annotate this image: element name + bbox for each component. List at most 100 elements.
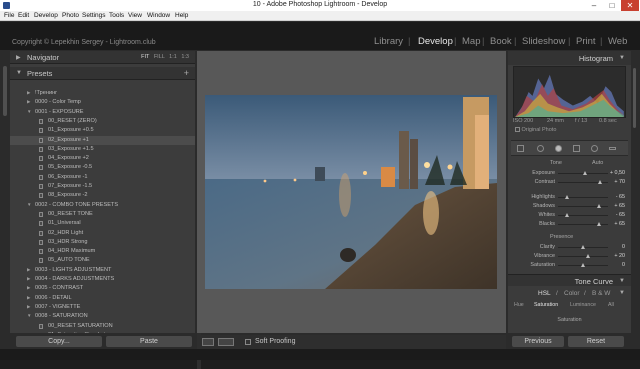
collapse-triangle-icon[interactable]: ▶ xyxy=(27,276,30,282)
slider-shadows[interactable]: Shadows+ 65 xyxy=(508,202,631,211)
menu-tools[interactable]: Tools xyxy=(109,12,124,19)
slider-knob[interactable] xyxy=(583,171,587,175)
expand-triangle-icon[interactable]: ▼ xyxy=(27,109,31,114)
identity-plate[interactable]: Copyright © Lepekhin Sergey - Lightroom.… xyxy=(12,39,156,46)
slider-knob[interactable] xyxy=(586,254,590,258)
preset-item[interactable]: 01_Exposure +0.5 xyxy=(10,126,195,135)
zoom-1-1[interactable]: 1:1 xyxy=(169,54,177,60)
slider-knob[interactable] xyxy=(565,213,569,217)
preset-item[interactable]: 00_RESET (ZERO) xyxy=(10,117,195,126)
preset-item[interactable]: 01_Universal xyxy=(10,219,195,228)
auto-tone-button[interactable]: Auto xyxy=(592,160,603,166)
zoom-1-3[interactable]: 1:3 xyxy=(181,54,189,60)
tab-color[interactable]: Color xyxy=(564,290,580,297)
preset-item[interactable]: 03_HDR Strong xyxy=(10,238,195,247)
zoom-fit[interactable]: FIT xyxy=(141,54,149,60)
add-preset-icon[interactable]: + xyxy=(184,68,189,78)
slider-highlights[interactable]: Highlights- 65 xyxy=(508,193,631,202)
menu-window[interactable]: Window xyxy=(147,12,170,19)
module-web[interactable]: Web xyxy=(608,36,627,47)
zoom-fill[interactable]: FILL xyxy=(154,54,165,60)
preset-folder[interactable]: ▶0005 - CONTRAST xyxy=(10,284,195,293)
preset-folder[interactable]: ▼0001 - EXPOSURE xyxy=(10,108,195,117)
collapse-triangle-icon[interactable]: ▶ xyxy=(27,267,30,273)
slider-clarity[interactable]: Clarity0 xyxy=(508,243,631,252)
module-print[interactable]: Print xyxy=(576,36,596,47)
preset-folder[interactable]: ▼0008 - SATURATION xyxy=(10,312,195,321)
collapse-triangle-icon[interactable]: ▶ xyxy=(27,295,30,301)
preset-item[interactable]: 03_Exposure +1.5 xyxy=(10,145,195,154)
collapse-triangle-icon[interactable]: ▶ xyxy=(27,304,30,310)
slider-value[interactable]: 0 xyxy=(622,244,625,250)
slider-knob[interactable] xyxy=(565,195,569,199)
expand-triangle-icon[interactable]: ▼ xyxy=(27,313,31,318)
reset-button[interactable]: Reset xyxy=(568,336,624,347)
preset-folder[interactable]: ▶0004 - DARKS ADJUSTMENTS xyxy=(10,275,195,284)
preset-item[interactable]: 04_HDR Maximum xyxy=(10,247,195,256)
preset-item[interactable]: 02_Exposure +1 xyxy=(10,136,195,145)
slider-value[interactable]: + 20 xyxy=(614,253,625,259)
left-edge-scrollbar[interactable] xyxy=(3,66,7,116)
filmstrip-collapsed[interactable] xyxy=(0,349,640,360)
preset-item[interactable]: 01_Saturation Standart xyxy=(10,331,195,333)
slider-track[interactable] xyxy=(558,206,608,207)
menu-view[interactable]: View xyxy=(128,12,142,19)
slider-value[interactable]: + 70 xyxy=(614,179,625,185)
preset-folder[interactable]: ▶0007 - VIGNETTE xyxy=(10,303,195,312)
slider-value[interactable]: - 65 xyxy=(616,194,625,200)
module-slideshow[interactable]: Slideshow xyxy=(522,36,565,47)
preset-item[interactable]: 08_Exposure -2 xyxy=(10,191,195,200)
slider-contrast[interactable]: Contrast+ 70 xyxy=(508,178,631,187)
preset-folder[interactable]: ▼0002 - COMBO TONE PRESETS xyxy=(10,201,195,210)
preset-folder[interactable]: ▶!Тренинг xyxy=(10,89,195,98)
tone-curve-header[interactable]: Tone Curve ▼ xyxy=(508,274,631,286)
histogram-header[interactable]: Histogram ▼ xyxy=(508,51,631,65)
tab-bw[interactable]: B & W xyxy=(592,290,610,297)
slider-vibrance[interactable]: Vibrance+ 20 xyxy=(508,252,631,261)
preset-item[interactable]: 05_AUTO TONE xyxy=(10,256,195,265)
slider-track[interactable] xyxy=(558,224,608,225)
module-develop[interactable]: Develop xyxy=(418,36,453,47)
menu-file[interactable]: File xyxy=(4,12,14,19)
subtab-saturation[interactable]: Saturation xyxy=(534,302,558,308)
presets-header[interactable]: ▼ Presets + xyxy=(10,67,195,80)
spot-removal-icon[interactable] xyxy=(537,145,544,152)
slider-knob[interactable] xyxy=(581,245,585,249)
soft-proofing-checkbox[interactable] xyxy=(245,339,251,345)
photo-preview[interactable] xyxy=(205,95,497,289)
menu-settings[interactable]: Settings xyxy=(82,12,106,19)
preset-item[interactable]: 00_RESET SATURATION xyxy=(10,322,195,331)
collapse-triangle-icon[interactable]: ▶ xyxy=(27,99,30,105)
menu-help[interactable]: Help xyxy=(175,12,188,19)
preset-item[interactable]: 06_Exposure -1 xyxy=(10,173,195,182)
radial-filter-icon[interactable] xyxy=(591,145,598,152)
preset-item[interactable]: 04_Exposure +2 xyxy=(10,154,195,163)
menu-edit[interactable]: Edit xyxy=(18,12,29,19)
slider-value[interactable]: 0 xyxy=(622,262,625,268)
navigator-header[interactable]: ▶ Navigator FIT FILL 1:1 1:3 xyxy=(10,51,195,64)
slider-knob[interactable] xyxy=(597,204,601,208)
preset-item[interactable]: 00_RESET TONE xyxy=(10,210,195,219)
original-photo-checkbox[interactable] xyxy=(515,127,520,132)
slider-exposure[interactable]: Exposure+ 0,50 xyxy=(508,169,631,178)
subtab-luminance[interactable]: Luminance xyxy=(570,302,596,308)
slider-whites[interactable]: Whites- 65 xyxy=(508,211,631,220)
paste-button[interactable]: Paste xyxy=(106,336,192,347)
right-panel-scrollbar[interactable] xyxy=(633,68,636,128)
menu-develop[interactable]: Develop xyxy=(34,12,58,19)
crop-tool-icon[interactable] xyxy=(517,145,524,152)
module-map[interactable]: Map xyxy=(462,36,480,47)
module-book[interactable]: Book xyxy=(490,36,512,47)
slider-value[interactable]: + 65 xyxy=(614,203,625,209)
preset-folder[interactable]: ▶0006 - DETAIL xyxy=(10,294,195,303)
preset-folder[interactable]: ▶0003 - LIGHTS ADJUSTMENT xyxy=(10,266,195,275)
previous-button[interactable]: Previous xyxy=(512,336,564,347)
slider-knob[interactable] xyxy=(581,263,585,267)
red-eye-icon[interactable] xyxy=(555,145,562,152)
preset-item[interactable]: 05_Exposure -0.5 xyxy=(10,163,195,172)
preset-item[interactable]: 02_HDR Light xyxy=(10,229,195,238)
slider-value[interactable]: + 0,50 xyxy=(610,170,625,176)
collapse-triangle-icon[interactable]: ▶ xyxy=(27,90,30,96)
tab-hsl[interactable]: HSL xyxy=(538,290,551,297)
slider-value[interactable]: - 65 xyxy=(616,212,625,218)
